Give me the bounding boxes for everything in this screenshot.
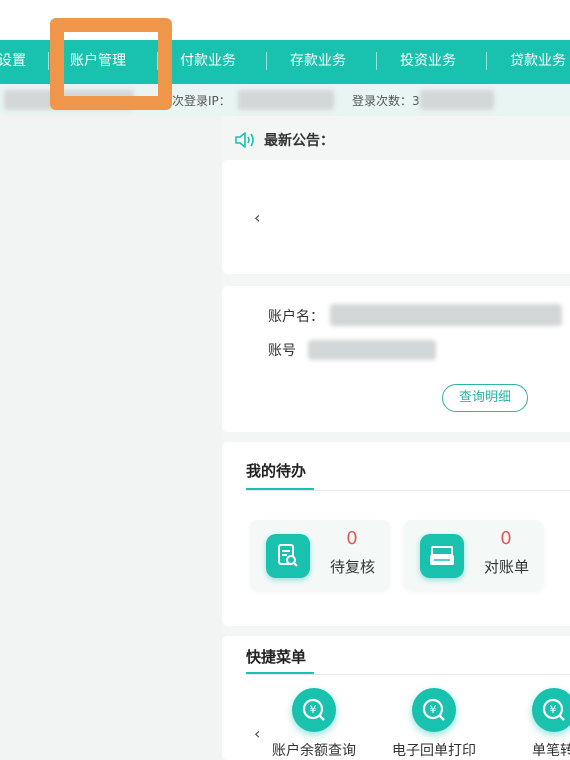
nav-separator — [266, 52, 267, 70]
nav-item-settings[interactable]: 设置 — [0, 40, 26, 84]
redacted-account-number — [308, 340, 436, 360]
receipt-print-label: 电子回单打印 — [392, 743, 476, 759]
single-transfer-label: 单笔转 — [532, 743, 570, 759]
quick-menu-card: 快捷菜单 ‹ ¥ 账户余额查询 ¥ 电子回单打印 ¥ 单笔转 — [222, 636, 570, 760]
divider — [246, 490, 570, 491]
announcement-banner: ‹ — [222, 160, 570, 274]
yen-search-icon: ¥ — [412, 688, 456, 732]
yen-search-icon: ¥ — [532, 688, 570, 732]
review-document-icon — [266, 534, 310, 578]
speaker-icon — [234, 130, 256, 154]
todo-pending-review[interactable]: 0 待复核 — [250, 520, 390, 590]
redacted-account-name — [330, 304, 562, 326]
nav-separator — [48, 52, 49, 70]
printer-icon — [420, 534, 464, 578]
title-underline — [246, 672, 314, 674]
nav-item-payment[interactable]: 付款业务 — [180, 40, 236, 84]
statement-label: 对账单 — [484, 558, 530, 576]
notice-bar: 最新公告： — [222, 120, 570, 160]
yen-search-icon: ¥ — [292, 688, 336, 732]
left-panel — [0, 116, 222, 760]
chevron-left-icon[interactable]: ‹ — [254, 208, 260, 227]
balance-query-label: 账户余额查询 — [272, 743, 356, 759]
nav-item-loan[interactable]: 贷款业务 — [510, 40, 566, 84]
chevron-left-icon[interactable]: ‹ — [254, 724, 260, 743]
account-number-label: 账号 — [268, 343, 296, 359]
pending-review-label: 待复核 — [330, 558, 376, 576]
svg-text:¥: ¥ — [550, 703, 557, 716]
login-count-label: 登录次数：3 — [352, 94, 420, 108]
todo-statement[interactable]: 0 对账单 — [404, 520, 544, 590]
nav-item-deposit[interactable]: 存款业务 — [290, 40, 346, 84]
svg-text:¥: ¥ — [430, 703, 437, 716]
pending-review-count: 0 — [346, 528, 358, 549]
divider — [246, 674, 570, 675]
redacted-ip — [238, 90, 334, 110]
highlight-box — [50, 18, 172, 110]
account-name-label: 账户名： — [268, 309, 324, 325]
statement-count: 0 — [500, 528, 512, 549]
account-card: 账户名： 账号 查询明细 — [222, 286, 570, 432]
notice-label: 最新公告： — [264, 133, 334, 149]
quick-menu-title: 快捷菜单 — [246, 648, 307, 666]
svg-text:¥: ¥ — [310, 703, 317, 716]
todo-card: 我的待办 0 待复核 0 对账单 — [222, 442, 570, 626]
todo-title: 我的待办 — [246, 462, 307, 480]
nav-item-investment[interactable]: 投资业务 — [400, 40, 456, 84]
last-login-ip-label: 次登录IP： — [172, 94, 231, 108]
nav-separator — [486, 52, 487, 70]
query-detail-button[interactable]: 查询明细 — [442, 384, 528, 412]
quick-item-single-transfer[interactable]: ¥ 单笔转 — [532, 688, 570, 759]
quick-item-balance-query[interactable]: ¥ 账户余额查询 — [272, 688, 356, 759]
redacted-count — [420, 90, 494, 110]
quick-item-receipt-print[interactable]: ¥ 电子回单打印 — [392, 688, 476, 759]
title-underline — [246, 488, 314, 490]
nav-separator — [376, 52, 377, 70]
